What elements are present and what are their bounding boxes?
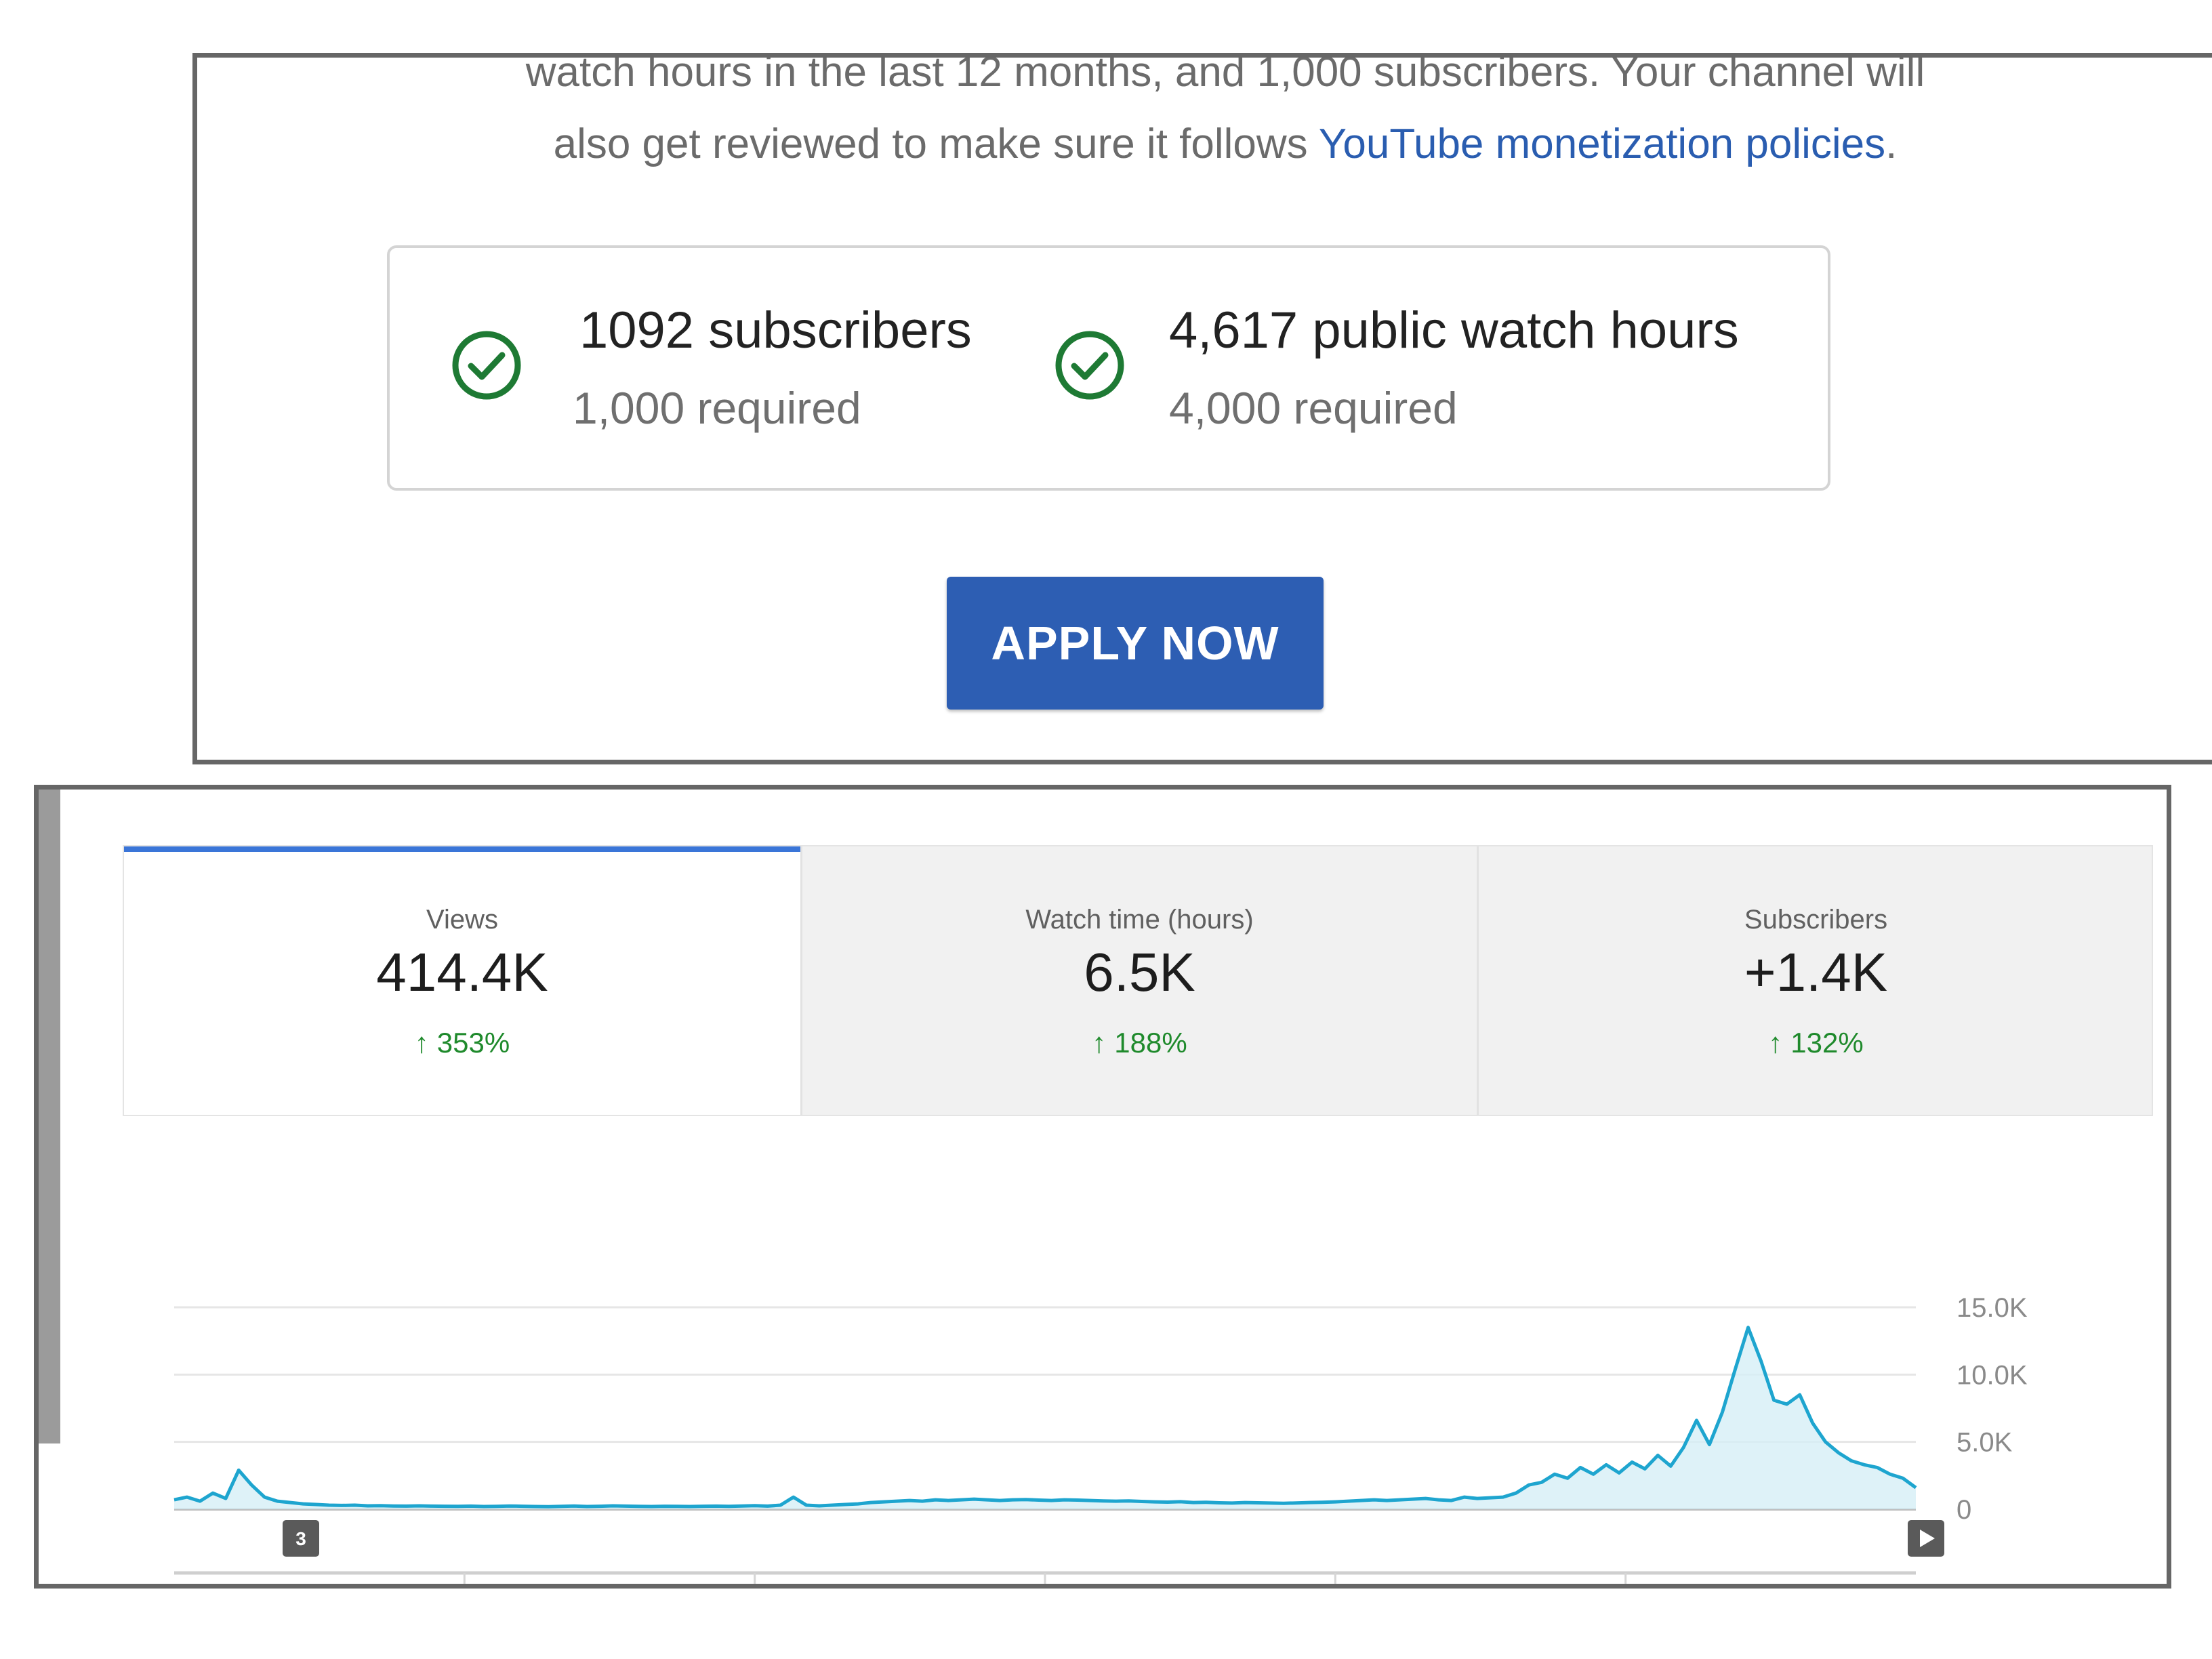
check-circle-icon <box>1055 331 1124 400</box>
chart-marker-badge[interactable]: 3 <box>283 1520 319 1557</box>
subscribers-count: 1092 <box>579 302 695 359</box>
monetization-policies-link[interactable]: YouTube monetization policies <box>1319 121 1885 167</box>
subscribers-requirement: 1092 subscribers 1,000 required <box>390 248 1027 488</box>
subscribers-label: subscribers <box>708 302 972 359</box>
check-circle-icon <box>452 331 521 400</box>
y-tick-label: 10.0K <box>1957 1360 2028 1390</box>
y-tick-label: 0 <box>1957 1495 1971 1525</box>
eligibility-description-line-1: watch hours in the last 12 months, and 1… <box>525 53 1925 96</box>
analytics-panel: Views 414.4K ↑ 353% Watch time (hours) 6.… <box>34 785 2171 1589</box>
subscribers-count-line: 1092 subscribers <box>579 301 972 360</box>
chart-area-fill <box>174 1327 1916 1509</box>
eligibility-description-line-2: also get reviewed to make sure it follow… <box>197 120 2212 168</box>
chart-x-axis <box>174 1571 1916 1584</box>
y-tick-label: 5.0K <box>1957 1428 2013 1458</box>
watch-hours-required: 4,000 required <box>1169 383 1458 433</box>
play-icon[interactable] <box>1908 1520 1944 1557</box>
monetization-panel: watch hours in the last 12 months, and 1… <box>192 53 2212 764</box>
subscribers-required: 1,000 required <box>573 383 861 433</box>
marker-badge-label: 3 <box>295 1528 306 1549</box>
chart-y-axis: 0 5.0K 10.0K 15.0K <box>1957 1293 2028 1525</box>
watch-hours-count: 4,617 <box>1169 302 1298 359</box>
watch-hours-count-line: 4,617 public watch hours <box>1169 301 1739 360</box>
apply-now-button[interactable]: APPLY NOW <box>947 577 1324 710</box>
eligibility-description-text: also get reviewed to make sure it follow… <box>553 121 1319 167</box>
watch-hours-requirement: 4,617 public watch hours 4,000 required <box>1027 248 1826 488</box>
views-chart: 0 5.0K 10.0K 15.0K 3 <box>173 1293 2028 1584</box>
watch-hours-label: public watch hours <box>1312 302 1739 359</box>
eligibility-description-period: . <box>1885 121 1898 167</box>
requirements-card: 1092 subscribers 1,000 required 4,617 pu… <box>387 245 1830 491</box>
y-tick-label: 15.0K <box>1957 1293 2028 1323</box>
